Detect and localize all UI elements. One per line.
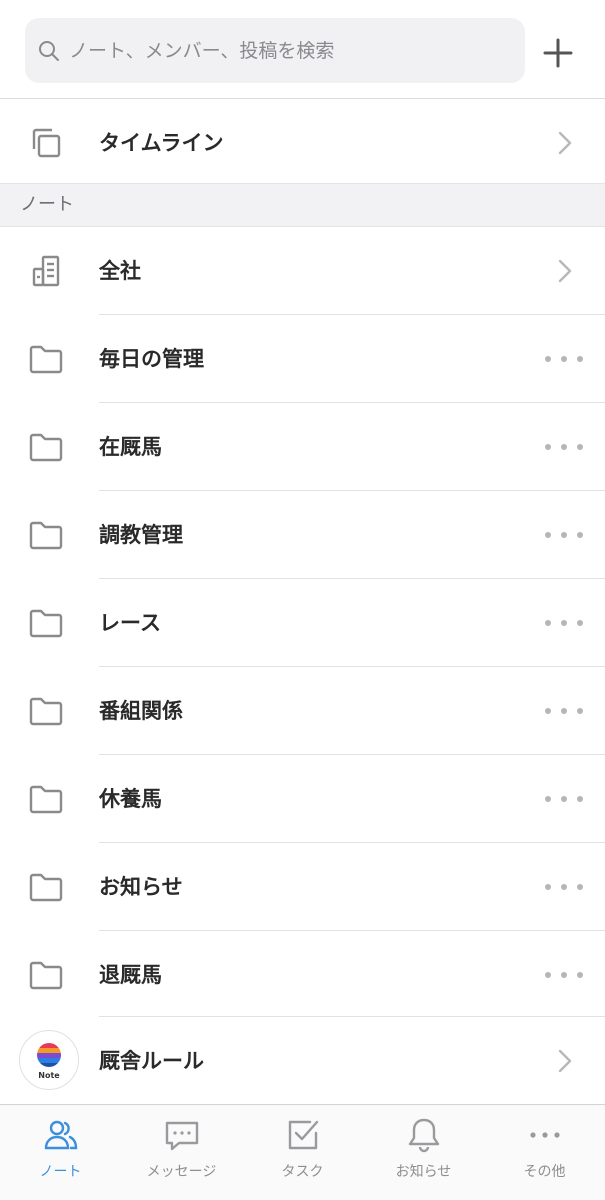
note-row-retired-horses[interactable]: 退厩馬 — [0, 931, 605, 1019]
folder-icon — [29, 609, 63, 638]
folder-icon — [29, 521, 63, 550]
tab-label: タスク — [281, 1164, 324, 1180]
folder-icon — [29, 697, 63, 726]
folder-icon — [29, 961, 63, 990]
note-label: 退厩馬 — [99, 963, 162, 987]
note-label: お知らせ — [99, 875, 183, 899]
note-row-horses-in-stable[interactable]: 在厩馬 — [0, 403, 605, 491]
tab-tasks[interactable]: タスク — [242, 1105, 363, 1200]
tab-label: お知らせ — [395, 1164, 452, 1180]
copy-icon — [32, 128, 61, 158]
note-label: レース — [99, 611, 161, 635]
more-horizontal-icon[interactable] — [541, 880, 587, 894]
tab-label: メッセージ — [146, 1164, 217, 1180]
building-icon — [32, 255, 60, 287]
chevron-right-icon — [558, 131, 572, 155]
add-icon[interactable] — [538, 33, 578, 73]
note-row-announcements[interactable]: お知らせ — [0, 843, 605, 931]
people-icon — [44, 1120, 77, 1150]
note-row-daily-management[interactable]: 毎日の管理 — [0, 315, 605, 403]
note-label: 全社 — [99, 259, 141, 283]
tab-label: ノート — [39, 1164, 82, 1180]
more-horizontal-icon[interactable] — [541, 616, 587, 630]
bottom-tab-bar: ノート メッセージ タスク お知らせ その他 — [0, 1104, 605, 1200]
search-header — [0, 0, 605, 99]
note-label: 番組関係 — [99, 699, 183, 723]
more-horizontal-icon — [529, 1132, 560, 1138]
note-row-resting-horses[interactable]: 休養馬 — [0, 755, 605, 843]
note-label: 調教管理 — [99, 523, 183, 547]
more-horizontal-icon[interactable] — [541, 440, 587, 454]
tab-messages[interactable]: メッセージ — [121, 1105, 242, 1200]
more-horizontal-icon[interactable] — [541, 704, 587, 718]
globe-logo-icon — [37, 1042, 61, 1067]
note-row-race[interactable]: レース — [0, 579, 605, 667]
timeline-row[interactable]: タイムライン — [0, 99, 605, 187]
folder-icon — [29, 873, 63, 902]
checkbox-icon — [288, 1120, 318, 1150]
folder-icon — [29, 785, 63, 814]
more-horizontal-icon[interactable] — [541, 968, 587, 982]
more-horizontal-icon[interactable] — [541, 528, 587, 542]
note-row-program-related[interactable]: 番組関係 — [0, 667, 605, 755]
folder-icon — [29, 433, 63, 462]
stable-rules-label: 厩舎ルール — [99, 1049, 204, 1073]
chat-bubble-icon — [165, 1121, 198, 1151]
search-box[interactable] — [25, 18, 525, 83]
note-label: 在厩馬 — [99, 435, 162, 459]
note-label: 休養馬 — [99, 787, 162, 811]
search-icon — [39, 40, 59, 61]
timeline-label: タイムライン — [99, 131, 224, 155]
chevron-right-icon — [558, 1049, 572, 1073]
more-horizontal-icon[interactable] — [541, 792, 587, 806]
more-horizontal-icon[interactable] — [541, 352, 587, 366]
tab-label: その他 — [523, 1164, 566, 1180]
notes-screen: タイムライン ノート 全社 毎日の管理 在厩馬 — [0, 0, 605, 1200]
stable-rules-row[interactable]: 厩舎ルール — [0, 1017, 605, 1105]
tab-more[interactable]: その他 — [484, 1105, 605, 1200]
logo-text: Note — [38, 1070, 60, 1080]
bell-icon — [408, 1118, 439, 1153]
search-input[interactable] — [69, 39, 509, 62]
note-label: 毎日の管理 — [99, 347, 204, 371]
folder-icon — [29, 345, 63, 374]
section-header-notes: ノート — [0, 183, 605, 227]
note-app-logo: Note — [19, 1030, 79, 1090]
note-row-training-management[interactable]: 調教管理 — [0, 491, 605, 579]
note-row-all-company[interactable]: 全社 — [0, 227, 605, 315]
chevron-right-icon — [558, 259, 572, 283]
tab-notes[interactable]: ノート — [0, 1105, 121, 1200]
tab-announcements[interactable]: お知らせ — [363, 1105, 484, 1200]
